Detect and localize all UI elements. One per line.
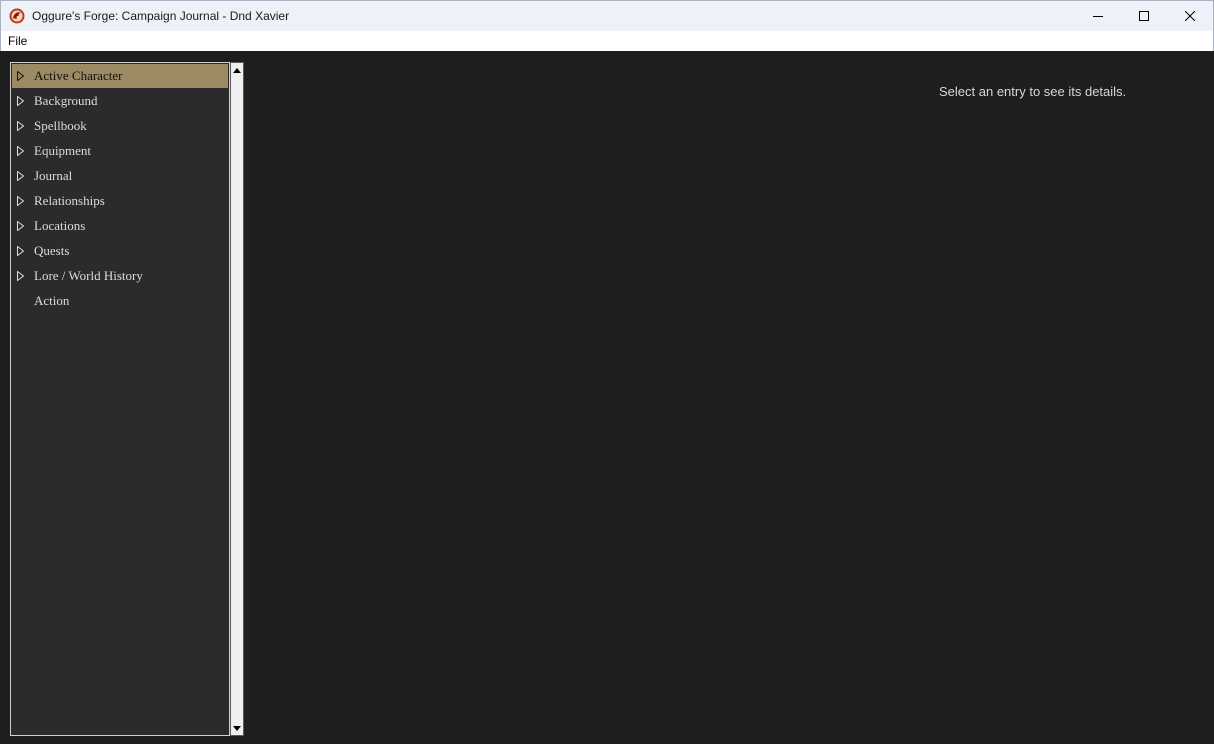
tree-item[interactable]: Background <box>11 88 229 113</box>
navigation-tree[interactable]: Active Character Background Spellbook Equip… <box>10 62 230 736</box>
expand-triangle-icon[interactable] <box>17 170 28 181</box>
tree-item[interactable]: Journal <box>11 163 229 188</box>
minimize-icon <box>1093 16 1103 17</box>
tree-item[interactable]: Lore / World History <box>11 263 229 288</box>
close-button[interactable] <box>1167 1 1213 31</box>
tree-item[interactable]: Locations <box>11 213 229 238</box>
triangle-up-icon <box>233 67 241 73</box>
tree-item-label: Background <box>34 92 98 108</box>
tree-item[interactable]: Equipment <box>11 138 229 163</box>
title-bar: Oggure's Forge: Campaign Journal - Dnd X… <box>0 0 1214 31</box>
tree-item-label: Spellbook <box>34 117 87 133</box>
menu-bar: File <box>0 31 1214 51</box>
tree-item[interactable]: Spellbook <box>11 113 229 138</box>
expand-triangle-icon[interactable] <box>17 220 28 231</box>
tree-item-label: Quests <box>34 242 70 258</box>
window-controls <box>1075 1 1213 31</box>
expand-triangle-icon[interactable] <box>17 120 28 131</box>
window-title: Oggure's Forge: Campaign Journal - Dnd X… <box>32 9 290 23</box>
tree-item-label: Lore / World History <box>34 267 143 283</box>
scroll-up-button[interactable] <box>231 63 243 77</box>
maximize-button[interactable] <box>1121 1 1167 31</box>
expand-triangle-icon[interactable] <box>17 195 28 206</box>
tree-item[interactable]: Relationships <box>11 188 229 213</box>
tree-item-label: Equipment <box>34 142 92 158</box>
expand-triangle-icon[interactable] <box>17 95 28 106</box>
tree-item[interactable]: Action <box>11 288 229 313</box>
detail-placeholder: Select an entry to see its details. <box>939 84 1127 99</box>
expand-triangle-icon[interactable] <box>17 245 28 256</box>
close-icon <box>1185 11 1195 21</box>
scroll-down-button[interactable] <box>231 721 243 735</box>
tree-item[interactable]: Quests <box>11 238 229 263</box>
triangle-down-icon <box>233 725 241 731</box>
menu-file[interactable]: File <box>1 31 34 51</box>
tree-item-label: Locations <box>34 217 86 233</box>
expand-triangle-icon[interactable] <box>17 270 28 281</box>
maximize-icon <box>1139 11 1149 21</box>
expand-triangle-icon[interactable] <box>17 71 28 82</box>
dragon-emblem-icon <box>9 8 25 24</box>
tree-item-label: Relationships <box>34 192 105 208</box>
scroll-track[interactable] <box>231 77 243 721</box>
tree-item-label: Active Character <box>34 68 123 83</box>
minimize-button[interactable] <box>1075 1 1121 31</box>
expand-triangle-icon[interactable] <box>17 145 28 156</box>
main-content: Active Character Background Spellbook Equip… <box>0 51 1214 744</box>
tree-scrollbar[interactable] <box>230 62 244 736</box>
tree-item-label: Action <box>34 292 70 308</box>
tree-item-label: Journal <box>34 167 73 183</box>
tree-item[interactable]: Active Character <box>12 64 228 88</box>
